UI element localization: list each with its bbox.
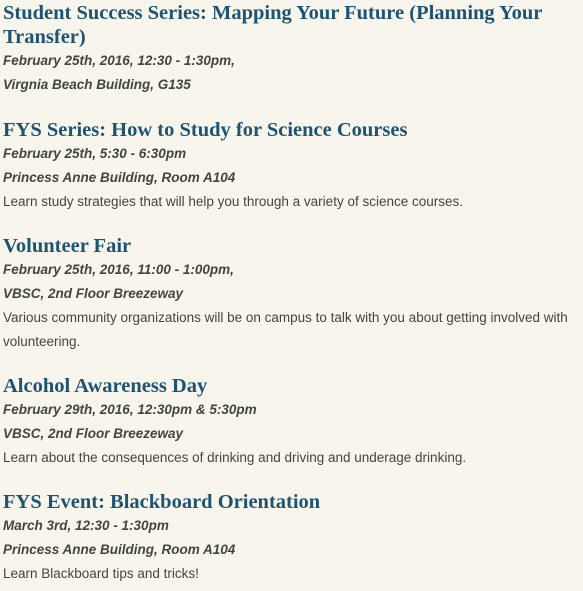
event-item: FYS Series: How to Study for Science Cou… [3,118,581,214]
event-item: Alcohol Awareness Day February 29th, 201… [3,374,581,470]
event-item: Student Success Series: Mapping Your Fut… [3,0,581,97]
event-title-link[interactable]: FYS Event: Blackboard Orientation [3,490,581,514]
event-location: VBSC, 2nd Floor Breezeway [3,426,184,441]
event-title-link[interactable]: Alcohol Awareness Day [3,374,581,398]
event-description: Learn about the consequences of drinking… [3,450,467,465]
event-location: Virgnia Beach Building, G135 [3,77,191,92]
event-description: Learn study strategies that will help yo… [3,194,463,209]
event-spacer [3,354,581,374]
event-item: Volunteer Fair February 25th, 2016, 11:0… [3,234,581,354]
event-date: February 25th, 2016, 11:00 - 1:00pm, [3,262,234,277]
event-date: February 25th, 5:30 - 6:30pm [3,146,187,161]
event-location: VBSC, 2nd Floor Breezeway [3,286,184,301]
event-date: February 25th, 2016, 12:30 - 1:30pm, [3,53,235,68]
event-spacer [3,214,581,234]
event-spacer [3,97,581,118]
event-item: FYS Event: Blackboard Orientation March … [3,490,581,586]
event-location: Princess Anne Building, Room A104 [3,542,236,557]
event-spacer [3,470,581,490]
event-description: Learn Blackboard tips and tricks! [3,566,199,581]
event-date: February 29th, 2016, 12:30pm & 5:30pm [3,402,257,417]
event-title-link[interactable]: FYS Series: How to Study for Science Cou… [3,118,581,142]
event-title-link[interactable]: Student Success Series: Mapping Your Fut… [3,1,581,49]
event-date: March 3rd, 12:30 - 1:30pm [3,518,169,533]
event-location: Princess Anne Building, Room A104 [3,170,236,185]
events-list: Student Success Series: Mapping Your Fut… [0,0,583,586]
event-title-link[interactable]: Volunteer Fair [3,234,581,258]
event-description: Various community organizations will be … [3,310,568,349]
